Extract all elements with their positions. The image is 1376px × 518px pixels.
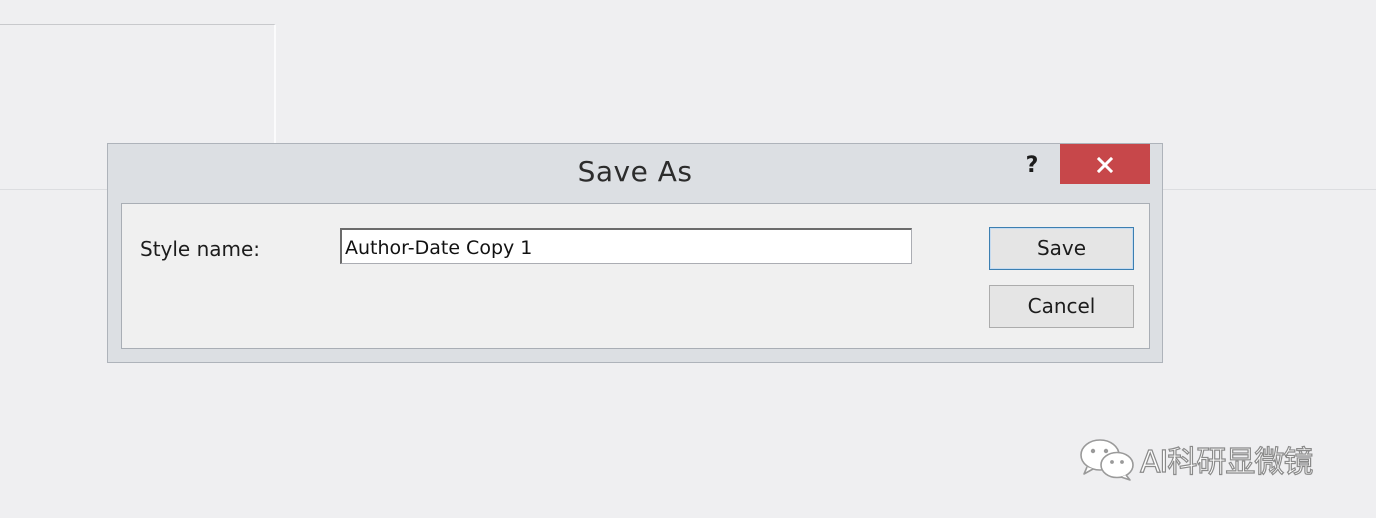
watermark-text: AI科研显微镜 (1139, 444, 1314, 480)
background-panel (0, 24, 276, 162)
style-name-input[interactable] (340, 228, 912, 264)
style-name-label: Style name: (140, 237, 261, 261)
wechat-icon (1080, 439, 1134, 481)
dialog-titlebar[interactable]: Save As ? (108, 144, 1162, 203)
dialog-content: Style name: Save Cancel (121, 203, 1150, 349)
save-button[interactable]: Save (989, 227, 1134, 270)
cancel-button[interactable]: Cancel (989, 285, 1134, 328)
help-button[interactable]: ? (1017, 148, 1047, 184)
dialog-title: Save As (577, 155, 693, 188)
close-icon (1097, 157, 1113, 173)
watermark: AI科研显微镜 (1078, 436, 1314, 482)
save-as-dialog: Save As ? Style name: Save Cancel (107, 143, 1163, 363)
close-button[interactable] (1060, 144, 1150, 184)
